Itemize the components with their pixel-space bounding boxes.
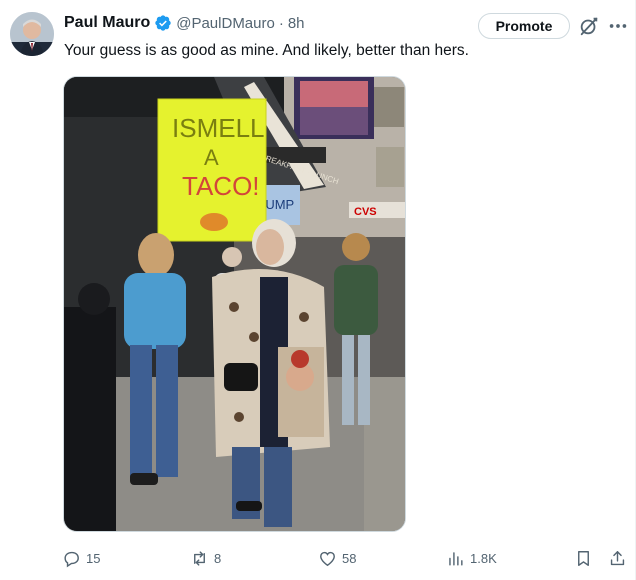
bookmark-button[interactable] — [574, 546, 593, 570]
tweet-photo[interactable]: BREAKFAST · LUNCH CVS TRUMP ISMELL A TAC… — [63, 76, 406, 532]
tweet-text: Your guess is as good as mine. And likel… — [64, 42, 469, 59]
grok-icon[interactable] — [578, 15, 600, 37]
reply-icon — [64, 551, 79, 567]
separator-dot: · — [278, 14, 284, 32]
bookmark-icon — [578, 550, 589, 566]
author-handle[interactable]: @PaulDMauro — [176, 15, 275, 32]
sign-line-1: ISMELL — [172, 113, 265, 143]
promote-button[interactable]: Promote — [478, 13, 570, 39]
retweet-button[interactable]: 8 — [190, 546, 221, 570]
tweet-header: Paul Mauro @PaulDMauro · 8h — [64, 12, 305, 34]
like-count: 58 — [342, 550, 357, 566]
analytics-icon — [449, 551, 463, 566]
avatar[interactable] — [10, 12, 54, 56]
author-name[interactable]: Paul Mauro — [64, 14, 150, 32]
action-bar: 15 8 58 1.8K — [60, 546, 632, 570]
like-button[interactable]: 58 — [318, 546, 356, 570]
timestamp[interactable]: 8h — [288, 15, 305, 32]
reply-count: 15 — [86, 550, 101, 566]
share-button[interactable] — [608, 546, 627, 570]
cvs-sign-text: CVS — [354, 206, 377, 218]
tweet[interactable]: Paul Mauro @PaulDMauro · 8h Promote Your… — [0, 0, 636, 580]
sign-line-3: TACO! — [182, 171, 260, 201]
more-icon[interactable] — [606, 15, 630, 37]
share-icon — [610, 550, 625, 565]
reply-button[interactable]: 15 — [62, 546, 100, 570]
retweet-count: 8 — [214, 550, 222, 566]
verified-badge-icon — [155, 15, 171, 31]
heart-icon — [320, 551, 335, 566]
retweet-icon — [194, 550, 205, 566]
views-button[interactable]: 1.8K — [446, 546, 497, 570]
view-count: 1.8K — [470, 550, 497, 566]
sign-line-2: A — [204, 145, 219, 170]
